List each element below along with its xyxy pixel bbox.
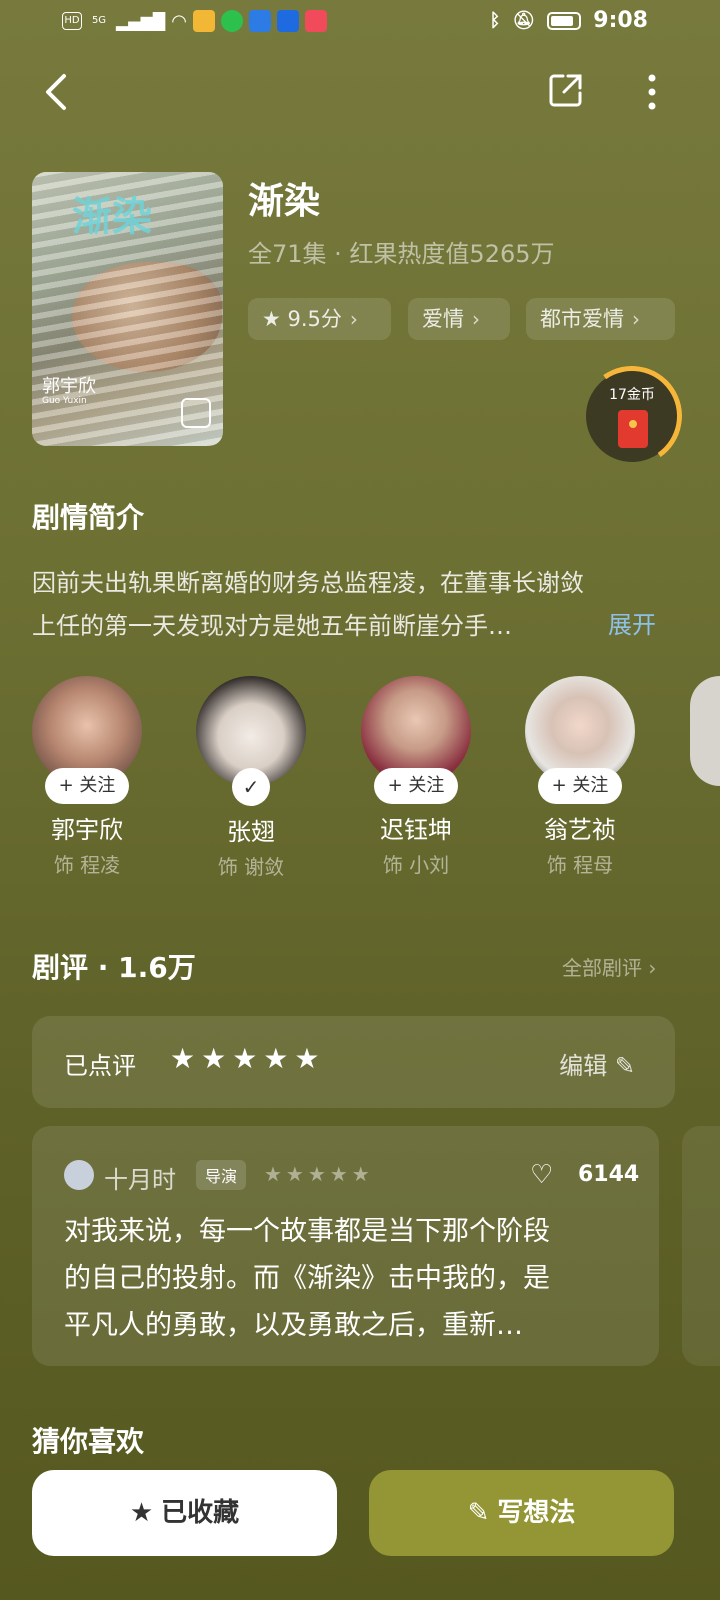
- rating-stars[interactable]: ★★★★★: [170, 1042, 326, 1075]
- cast-name: 张翅: [227, 818, 275, 846]
- synopsis-line: 上任的第一天发现对方是她五年前断崖分手…: [32, 612, 512, 640]
- review-text: 对我来说，每一个故事都是当下那个阶段 的自己的投射。而《渐染》击中我的，是 平凡…: [64, 1208, 634, 1349]
- wechat-icon: [220, 10, 243, 32]
- synopsis-heading: 剧情简介: [32, 501, 145, 534]
- review-line: 对我来说，每一个故事都是当下那个阶段: [64, 1216, 550, 1247]
- favorite-button[interactable]: ★ 已收藏: [32, 1470, 337, 1556]
- chevron-right-icon: ›: [349, 307, 358, 331]
- red-envelope-icon: [618, 410, 648, 448]
- chevron-left-icon: [46, 74, 66, 110]
- status-left-icons: HD 5G ▂▄▆█ ◠: [62, 10, 327, 32]
- battery-icon: [547, 11, 582, 30]
- review-card-partial[interactable]: [682, 1126, 720, 1366]
- more-button[interactable]: [644, 72, 660, 112]
- share-button[interactable]: [548, 72, 584, 108]
- review-stars: ★★★★★: [264, 1162, 374, 1186]
- hd-icon: HD: [62, 12, 82, 30]
- status-right: ᛒ 🔕︎ 9:08: [490, 8, 648, 33]
- drama-meta: 全71集 · 红果热度值5265万: [248, 240, 555, 268]
- tag-rating[interactable]: ★ 9.5分 ›: [248, 298, 391, 340]
- all-reviews-link[interactable]: 全部剧评 ›: [562, 952, 656, 981]
- signal-icon: ▂▄▆█: [116, 11, 166, 31]
- star-icon: ★: [129, 1498, 154, 1528]
- reviewer-name[interactable]: 十月时: [104, 1160, 176, 1195]
- star-icon: ★: [262, 307, 281, 331]
- reviewer-avatar: [64, 1160, 94, 1190]
- review-line: 平凡人的勇敢，以及勇敢之后，重新…: [64, 1310, 523, 1341]
- chevron-right-icon: ›: [632, 307, 640, 331]
- tag-label: 都市爱情: [540, 307, 624, 331]
- tag-genre-romance[interactable]: 爱情 ›: [408, 298, 510, 340]
- wifi-icon: ◠: [171, 10, 187, 32]
- write-label: 写想法: [497, 1498, 576, 1528]
- bluetooth-icon: ᛒ: [489, 10, 501, 31]
- poster-badge-icon: [181, 398, 211, 428]
- write-thought-button[interactable]: ✎ 写想法: [369, 1470, 674, 1556]
- share-icon: [549, 74, 582, 107]
- cast-item-partial[interactable]: [690, 676, 720, 786]
- cast-name: 翁艺祯: [544, 816, 616, 844]
- synopsis-line: 因前夫出轨果断离婚的财务总监程凌，在董事长谢敛: [32, 569, 584, 597]
- cast-role: 饰 程母: [546, 853, 614, 877]
- edit-review-button[interactable]: 编辑 ✎: [559, 1046, 635, 1081]
- network-5g-icon: 5G: [91, 15, 107, 26]
- cast-item[interactable]: + 关注 郭宇欣 饰 程凌: [31, 676, 143, 878]
- cast-role: 饰 程凌: [53, 853, 121, 877]
- follow-button[interactable]: + 关注: [374, 768, 458, 804]
- review-line: 的自己的投射。而《渐染》击中我的，是: [64, 1263, 550, 1294]
- drama-poster[interactable]: 渐染 郭宇欣 Guo Yuxin: [32, 172, 223, 446]
- cast-role: 饰 谢敛: [217, 855, 285, 879]
- review-card[interactable]: 十月时 导演 ★★★★★ ♡ 6144 对我来说，每一个故事都是当下那个阶段 的…: [32, 1126, 659, 1366]
- synopsis-text: 因前夫出轨果断离婚的财务总监程凌，在董事长谢敛 上任的第一天发现对方是她五年前断…: [32, 562, 672, 648]
- app-icon: [248, 10, 271, 32]
- follow-button[interactable]: + 关注: [45, 768, 129, 804]
- tag-genre-urban-romance[interactable]: 都市爱情 ›: [526, 298, 675, 340]
- chevron-right-icon: ›: [472, 307, 480, 331]
- cast-item[interactable]: + 关注 迟钰坤 饰 小刘: [360, 676, 472, 878]
- app-icon: [276, 10, 299, 32]
- recommend-heading: 猜你喜欢: [32, 1425, 145, 1458]
- back-button[interactable]: [38, 70, 78, 114]
- more-vertical-icon: [648, 74, 656, 110]
- favorite-label: 已收藏: [161, 1498, 240, 1528]
- check-icon: ✓: [242, 775, 260, 799]
- drama-title: 渐染: [248, 181, 321, 222]
- mute-icon: 🔕︎: [512, 10, 536, 31]
- heart-icon[interactable]: ♡: [530, 1160, 553, 1190]
- cast-item[interactable]: ✓ 张翅 饰 谢敛: [195, 676, 307, 880]
- poster-actor-name: 郭宇欣: [42, 376, 96, 397]
- rated-label: 已点评: [64, 1052, 136, 1080]
- cast-name: 迟钰坤: [380, 816, 452, 844]
- follow-button[interactable]: + 关注: [538, 768, 622, 804]
- tag-label: 爱情: [422, 307, 464, 331]
- pencil-icon: ✎: [467, 1498, 490, 1528]
- status-bar: HD 5G ▂▄▆█ ◠ ᛒ 🔕︎ 9:08: [0, 0, 720, 48]
- expand-link[interactable]: 展开: [608, 605, 656, 640]
- poster-title: 渐染: [72, 193, 152, 240]
- coin-reward-button[interactable]: 17金币: [574, 358, 690, 474]
- like-count: 6144: [578, 1162, 640, 1187]
- poster-actor-en: Guo Yuxin: [42, 396, 87, 406]
- clock: 9:08: [593, 8, 648, 33]
- weibo-icon: [192, 10, 215, 32]
- cast-item[interactable]: + 关注 翁艺祯 饰 程母: [524, 676, 636, 878]
- reviews-heading: 剧评 · 1.6万: [32, 951, 196, 984]
- my-rating-card[interactable]: 已点评 ★★★★★ 编辑 ✎: [32, 1016, 675, 1108]
- cast-name: 郭宇欣: [51, 816, 123, 844]
- music-icon: [304, 10, 327, 32]
- rating-value: 9.5分: [287, 307, 342, 331]
- coin-label: 17金币: [609, 387, 655, 403]
- director-badge: 导演: [196, 1160, 247, 1190]
- followed-check-button[interactable]: ✓: [232, 768, 270, 806]
- cast-role: 饰 小刘: [382, 853, 450, 877]
